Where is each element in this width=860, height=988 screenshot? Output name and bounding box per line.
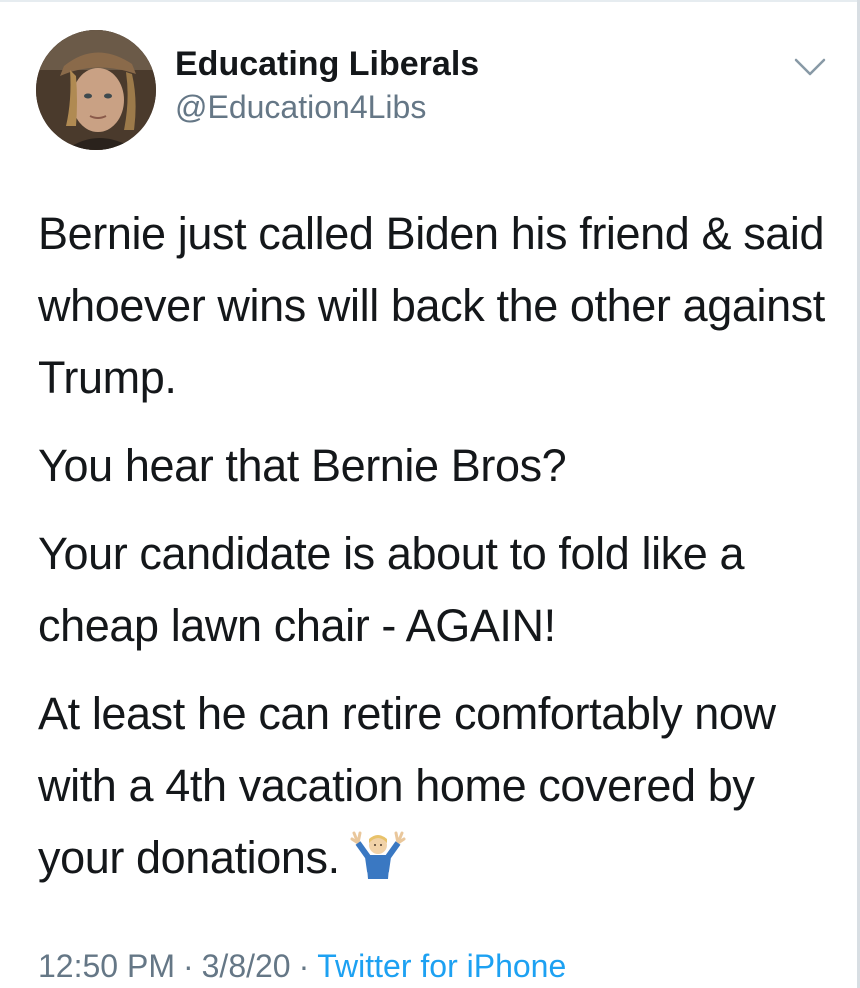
tweet-time: 12:50 PM	[38, 948, 175, 984]
profile-photo-icon	[36, 30, 156, 150]
tweet-paragraph: Bernie just called Biden his friend & sa…	[38, 208, 825, 403]
user-handle[interactable]: @Education4Libs	[175, 88, 426, 126]
tweet-metadata: 12:50 PM · 3/8/20 · Twitter for iPhone	[38, 946, 566, 986]
tweet-text: Bernie just called Biden his friend & sa…	[38, 198, 828, 910]
separator: ·	[298, 948, 310, 984]
tweet-paragraph: Your candidate is about to fold like a c…	[38, 528, 745, 651]
person-shrugging-icon	[350, 825, 406, 881]
tweet-paragraph: You hear that Bernie Bros?	[38, 440, 567, 491]
tweet-paragraph-last: At least he can retire comfortably now w…	[38, 678, 828, 894]
separator: ·	[182, 948, 194, 984]
tweet-date[interactable]: 3/8/20	[202, 948, 291, 984]
tweet-source-link[interactable]: Twitter for iPhone	[317, 948, 566, 984]
chevron-down-icon	[794, 58, 826, 76]
avatar[interactable]	[36, 30, 156, 150]
tweet-card: Educating Liberals @Education4Libs Berni…	[0, 0, 860, 988]
display-name[interactable]: Educating Liberals	[175, 44, 479, 84]
tweet-menu-button[interactable]	[790, 50, 830, 84]
tweet-paragraph: At least he can retire comfortably now w…	[38, 688, 776, 883]
